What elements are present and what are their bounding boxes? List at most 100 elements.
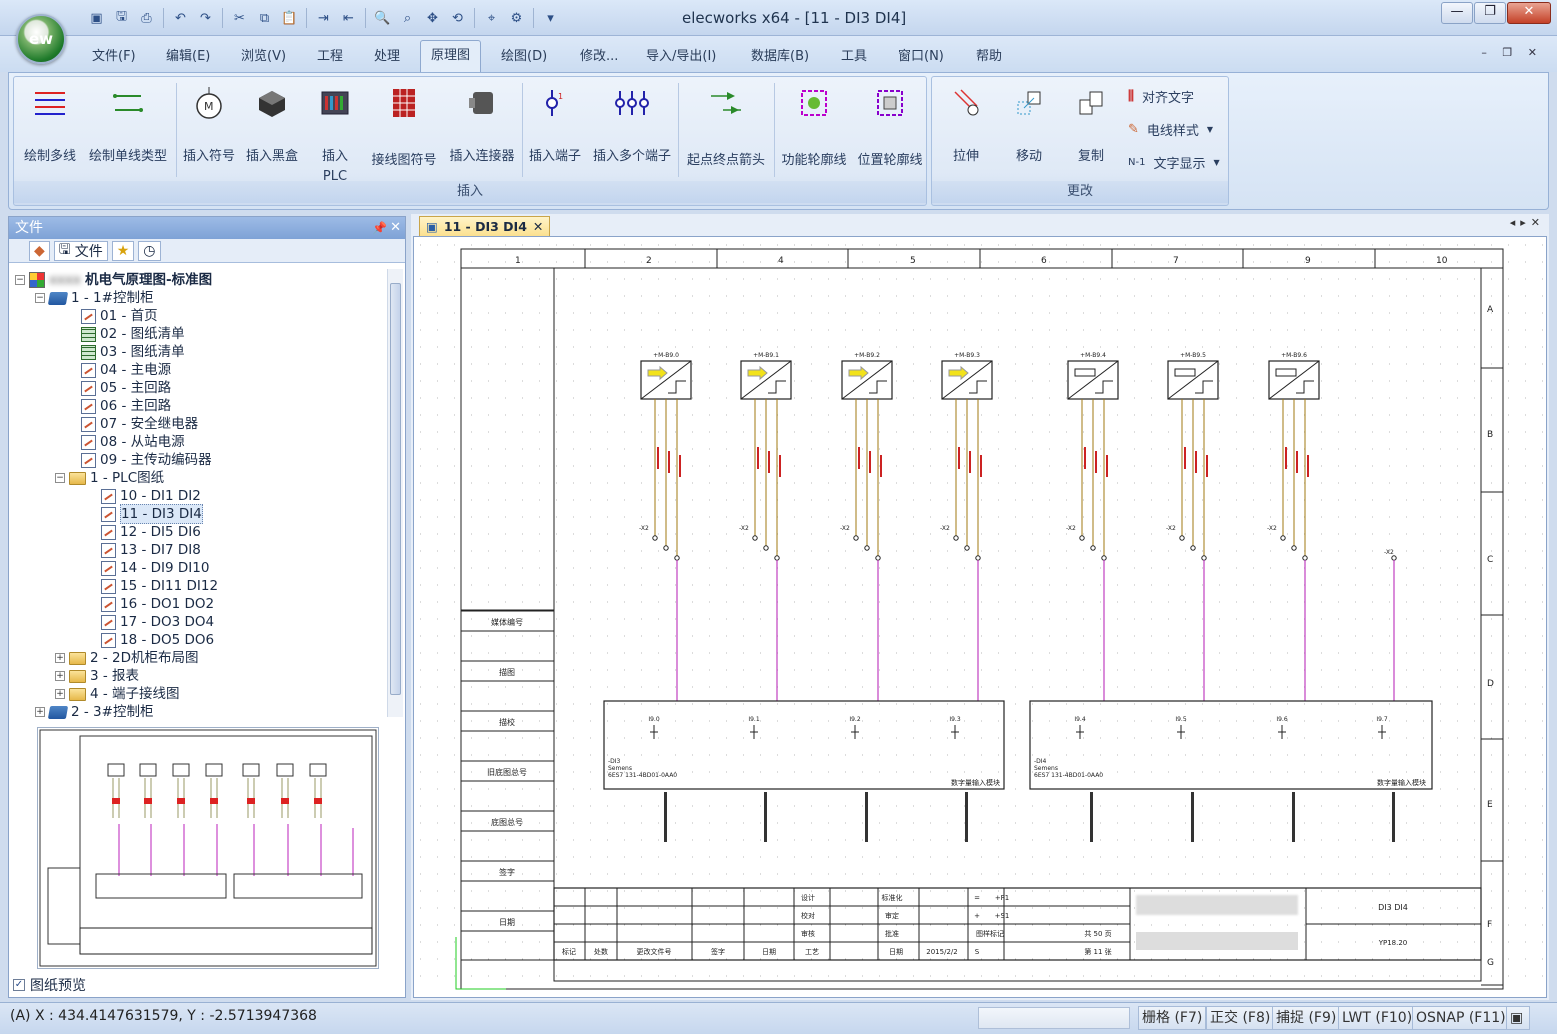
dropdown-icon[interactable]: ▾ bbox=[538, 7, 563, 29]
zoom-icon[interactable]: ⌕ bbox=[395, 7, 420, 29]
tree-item[interactable]: 11 - DI3 DI4 bbox=[87, 504, 203, 524]
settings-icon[interactable]: ⚙ bbox=[504, 7, 529, 29]
close-icon[interactable]: ✕ bbox=[390, 217, 401, 239]
tree-item[interactable]: 09 - 主传动编码器 bbox=[67, 451, 212, 469]
drawing-canvas[interactable]: 1 2 4 5 6 7 9 10 A B C D E F G 媒体编号 描图 描校 旧底图总号 底图总号 签字 日期 +M-… bbox=[413, 236, 1547, 998]
tab-window[interactable]: 窗口(N) bbox=[898, 44, 944, 70]
import-icon[interactable]: ⇥ bbox=[311, 7, 336, 29]
minimize-button[interactable]: — bbox=[1441, 2, 1473, 24]
document-tab-navigation[interactable]: ◂▸✕ bbox=[1510, 216, 1545, 229]
tree-item[interactable]: 10 - DI1 DI2 bbox=[87, 487, 201, 505]
expand-icon[interactable]: + bbox=[35, 707, 45, 717]
tab-file[interactable]: 文件(F) bbox=[92, 44, 136, 70]
wire-style-button[interactable]: ✎ 电线样式 ▼ bbox=[1128, 120, 1213, 139]
move-button[interactable]: 移动 bbox=[998, 83, 1060, 167]
panel-tab-components[interactable]: ◆ bbox=[29, 240, 50, 261]
tree-item[interactable]: 01 - 首页 bbox=[67, 307, 158, 325]
tree-item[interactable]: 13 - DI7 DI8 bbox=[87, 541, 201, 559]
schematic-sheet[interactable]: 1 2 4 5 6 7 9 10ABCDEFG媒体编号描图描校旧底图总号底图总号签字日期+M-… bbox=[414, 237, 1546, 997]
tab-process[interactable]: 处理 bbox=[374, 44, 400, 70]
insert-blackbox-button[interactable]: 插入黑盒 bbox=[240, 83, 304, 167]
tree-item[interactable]: +2 - 3#控制柜 bbox=[35, 703, 153, 719]
copy-button[interactable]: 复制 bbox=[1060, 83, 1122, 167]
panel-tab-favorites[interactable]: ★ bbox=[111, 240, 135, 261]
tree-item[interactable]: − 1 - PLC图纸 bbox=[55, 469, 164, 487]
mdi-window-controls[interactable]: – ❐ ✕ bbox=[1481, 46, 1543, 59]
tree-scrollbar[interactable] bbox=[387, 269, 403, 717]
tree-item[interactable]: +2 - 2D机柜布局图 bbox=[55, 649, 199, 667]
function-outline-button[interactable]: 功能轮廓线 bbox=[776, 83, 852, 171]
tree-item[interactable]: 03 - 图纸清单 bbox=[67, 343, 185, 361]
preview-checkbox[interactable]: ✓ 图纸预览 bbox=[13, 975, 86, 995]
tab-help[interactable]: 帮助 bbox=[976, 44, 1002, 70]
undo-icon[interactable]: ↶ bbox=[168, 7, 193, 29]
lwt-toggle-button[interactable]: LWT (F10) bbox=[1338, 1006, 1417, 1030]
osnap-toggle-button[interactable]: OSNAP (F11) bbox=[1412, 1006, 1510, 1030]
text-display-button[interactable]: N-1 文字显示 ▼ bbox=[1128, 153, 1220, 172]
checkbox-checked[interactable]: ✓ bbox=[13, 979, 25, 991]
snap-toggle-button[interactable]: 捕捉 (F9) bbox=[1272, 1006, 1341, 1030]
panel-tab-history[interactable]: ◷ bbox=[138, 240, 161, 261]
tree-item[interactable]: 12 - DI5 DI6 bbox=[87, 523, 201, 541]
tree-scrollbar-thumb[interactable] bbox=[390, 283, 401, 695]
collapse-icon[interactable]: − bbox=[35, 293, 45, 303]
tree-item[interactable]: − xxxx 机电气原理图-标准图 bbox=[15, 271, 212, 289]
tab-import-export[interactable]: 导入/导出(I) bbox=[646, 44, 716, 70]
draw-singleline-button[interactable]: 绘制单线类型 bbox=[84, 83, 172, 167]
tree-item[interactable]: 17 - DO3 DO4 bbox=[87, 613, 214, 631]
tab-tools[interactable]: 工具 bbox=[841, 44, 867, 70]
tab-schematic[interactable]: 原理图 bbox=[420, 40, 482, 72]
pan-icon[interactable]: ✥ bbox=[420, 7, 445, 29]
insert-plc-button[interactable]: 插入 PLC bbox=[308, 83, 362, 187]
expand-icon[interactable]: + bbox=[55, 689, 65, 699]
tree-item[interactable]: +3 - 报表 bbox=[55, 667, 139, 685]
insert-connector-button[interactable]: 插入连接器 bbox=[444, 83, 520, 167]
zoom-window-icon[interactable]: 🔍 bbox=[370, 7, 395, 29]
tree-item[interactable]: 18 - DO5 DO6 bbox=[87, 631, 214, 649]
maximize-button[interactable]: ❐ bbox=[1474, 2, 1506, 24]
redraw-icon[interactable]: ⟲ bbox=[445, 7, 470, 29]
grid-toggle-button[interactable]: 栅格 (F7) bbox=[1138, 1006, 1207, 1030]
save-icon[interactable]: 🖫 bbox=[109, 7, 134, 29]
export-icon[interactable]: ⇤ bbox=[336, 7, 361, 29]
paste-icon[interactable]: 📋 bbox=[277, 7, 302, 29]
copy-icon[interactable]: ⧉ bbox=[252, 7, 277, 29]
location-outline-button[interactable]: 位置轮廓线 bbox=[852, 83, 928, 171]
collapse-icon[interactable]: − bbox=[15, 275, 25, 285]
stretch-button[interactable]: 拉伸 bbox=[936, 83, 996, 167]
close-button[interactable]: ✕ bbox=[1507, 2, 1551, 24]
tab-modify[interactable]: 修改... bbox=[580, 44, 618, 70]
tree-item[interactable]: 05 - 主回路 bbox=[67, 379, 171, 397]
collapse-icon[interactable]: − bbox=[55, 473, 65, 483]
tab-edit[interactable]: 编辑(E) bbox=[166, 44, 210, 70]
cut-icon[interactable]: ✂ bbox=[227, 7, 252, 29]
tab-view[interactable]: 浏览(V) bbox=[241, 44, 286, 70]
tree-item[interactable]: 15 - DI11 DI12 bbox=[87, 577, 218, 595]
tree-item[interactable]: 02 - 图纸清单 bbox=[67, 325, 185, 343]
application-orb-button[interactable]: ew bbox=[16, 14, 66, 64]
align-text-button[interactable]: ⫼ 对齐文字 bbox=[1128, 87, 1194, 106]
expand-icon[interactable]: + bbox=[55, 653, 65, 663]
tree-item[interactable]: 08 - 从站电源 bbox=[67, 433, 185, 451]
tree-item[interactable]: − 1 - 1#控制柜 bbox=[35, 289, 153, 307]
tree-item[interactable]: 06 - 主回路 bbox=[67, 397, 171, 415]
print-icon[interactable]: ⎙ bbox=[134, 7, 159, 29]
draw-multiline-button[interactable]: 绘制多线 bbox=[18, 83, 82, 167]
panel-tab-files[interactable]: 🖫 文件 bbox=[53, 240, 108, 261]
layout-icon[interactable]: ▣ bbox=[1506, 1006, 1530, 1030]
tree-item[interactable]: 16 - DO1 DO2 bbox=[87, 595, 214, 613]
insert-terminal-button[interactable]: 1 插入端子 bbox=[524, 83, 586, 167]
tree-item[interactable]: 07 - 安全继电器 bbox=[67, 415, 198, 433]
tab-database[interactable]: 数据库(B) bbox=[751, 44, 809, 70]
expand-icon[interactable]: + bbox=[55, 671, 65, 681]
wiring-symbol-button[interactable]: 接线图符号 bbox=[366, 83, 442, 171]
close-icon[interactable]: ✕ bbox=[533, 219, 543, 234]
tree-item[interactable]: 14 - DI9 DI10 bbox=[87, 559, 209, 577]
find-icon[interactable]: ⌖ bbox=[479, 7, 504, 29]
insert-multiple-terminals-button[interactable]: 插入多个端子 bbox=[588, 83, 676, 167]
redo-icon[interactable]: ↷ bbox=[193, 7, 218, 29]
insert-symbol-button[interactable]: M 插入符号 bbox=[178, 83, 240, 167]
new-icon[interactable]: ▣ bbox=[84, 7, 109, 29]
tree-item[interactable]: 04 - 主电源 bbox=[67, 361, 171, 379]
origin-destination-arrow-button[interactable]: 起点终点箭头 bbox=[680, 83, 772, 171]
